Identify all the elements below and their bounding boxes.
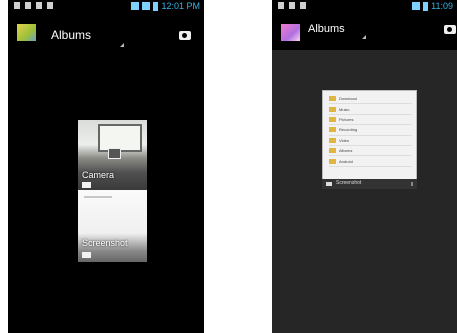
folder-name: Video bbox=[339, 137, 350, 143]
list-item[interactable]: Video bbox=[329, 136, 412, 146]
folder-icon bbox=[329, 127, 336, 133]
action-bar: Albums bbox=[272, 14, 457, 50]
list-item[interactable]: Music bbox=[329, 104, 412, 115]
list-item[interactable]: Albums bbox=[329, 146, 412, 157]
status-bar: 11:09 bbox=[272, 0, 457, 12]
battery-icon bbox=[153, 1, 159, 11]
action-bar: Albums bbox=[8, 14, 204, 50]
folder-list-popup: Download Music Pictures Recording Video … bbox=[322, 90, 417, 180]
spinner-caret-icon bbox=[362, 35, 366, 39]
list-item[interactable]: Download bbox=[329, 94, 412, 105]
folder-name: Android bbox=[339, 158, 353, 164]
folder-icon bbox=[329, 106, 336, 112]
albums-spinner[interactable]: Albums bbox=[51, 28, 91, 42]
footer-label: Screenshot bbox=[336, 180, 362, 186]
album-tile-screenshot[interactable]: Screenshot bbox=[78, 190, 147, 262]
status-time: 12:01 PM bbox=[161, 1, 200, 11]
folder-icon bbox=[82, 252, 91, 258]
album-label: Screenshot bbox=[82, 238, 128, 248]
status-time: 11:09 bbox=[431, 1, 453, 11]
folder-icon bbox=[329, 137, 336, 143]
camera-icon bbox=[82, 182, 91, 188]
overflow-icon bbox=[411, 182, 413, 186]
status-indicators: 12:01 PM bbox=[131, 1, 200, 11]
thumbnail-badge-icon bbox=[108, 148, 121, 159]
folder-name: Pictures bbox=[339, 116, 354, 122]
phone-screen-right: 11:09 Albums Download Music Pictures Rec… bbox=[272, 0, 457, 333]
battery-icon bbox=[423, 1, 429, 11]
album-label: Camera bbox=[82, 170, 115, 180]
notification-icons bbox=[278, 2, 306, 9]
list-item[interactable]: Pictures bbox=[329, 115, 412, 126]
folder-icon bbox=[329, 116, 336, 122]
spinner-caret-icon bbox=[120, 43, 124, 47]
image-icon bbox=[36, 2, 42, 9]
gallery-app-icon[interactable] bbox=[281, 24, 300, 41]
folder-list: Download Music Pictures Recording Video … bbox=[329, 94, 412, 167]
status-indicators: 11:09 bbox=[412, 1, 453, 11]
albums-spinner[interactable]: Albums bbox=[308, 23, 345, 35]
notification-icons bbox=[14, 2, 53, 9]
download-icon bbox=[289, 2, 295, 9]
phone-screen-left: 12:01 PM Albums Camera Screenshot bbox=[8, 0, 204, 333]
folder-name: Albums bbox=[339, 148, 353, 154]
album-tile-camera[interactable]: Camera bbox=[78, 120, 147, 190]
usb-icon bbox=[278, 2, 284, 9]
wifi-icon bbox=[412, 2, 421, 10]
gallery-app-icon[interactable] bbox=[17, 24, 36, 41]
folder-icon bbox=[329, 158, 336, 164]
wifi-icon bbox=[131, 2, 140, 10]
folder-icon bbox=[329, 96, 336, 102]
notification-icon bbox=[25, 2, 31, 9]
camera-button[interactable] bbox=[179, 31, 191, 40]
album-thumbnail-image bbox=[84, 196, 112, 198]
popup-footer-bar[interactable]: Screenshot bbox=[322, 179, 417, 189]
camera-button[interactable] bbox=[444, 25, 456, 34]
status-bar: 12:01 PM bbox=[8, 0, 204, 12]
message-icon bbox=[300, 2, 306, 9]
folder-icon bbox=[326, 182, 332, 186]
folder-name: Recording bbox=[339, 127, 358, 133]
usb-icon bbox=[14, 2, 20, 9]
signal-icon bbox=[142, 2, 151, 10]
list-item[interactable]: Recording bbox=[329, 125, 412, 136]
message-icon bbox=[47, 2, 53, 9]
folder-name: Music bbox=[339, 106, 350, 112]
folder-icon bbox=[329, 148, 336, 154]
folder-name: Download bbox=[339, 96, 357, 102]
list-item[interactable]: Android bbox=[329, 156, 412, 167]
